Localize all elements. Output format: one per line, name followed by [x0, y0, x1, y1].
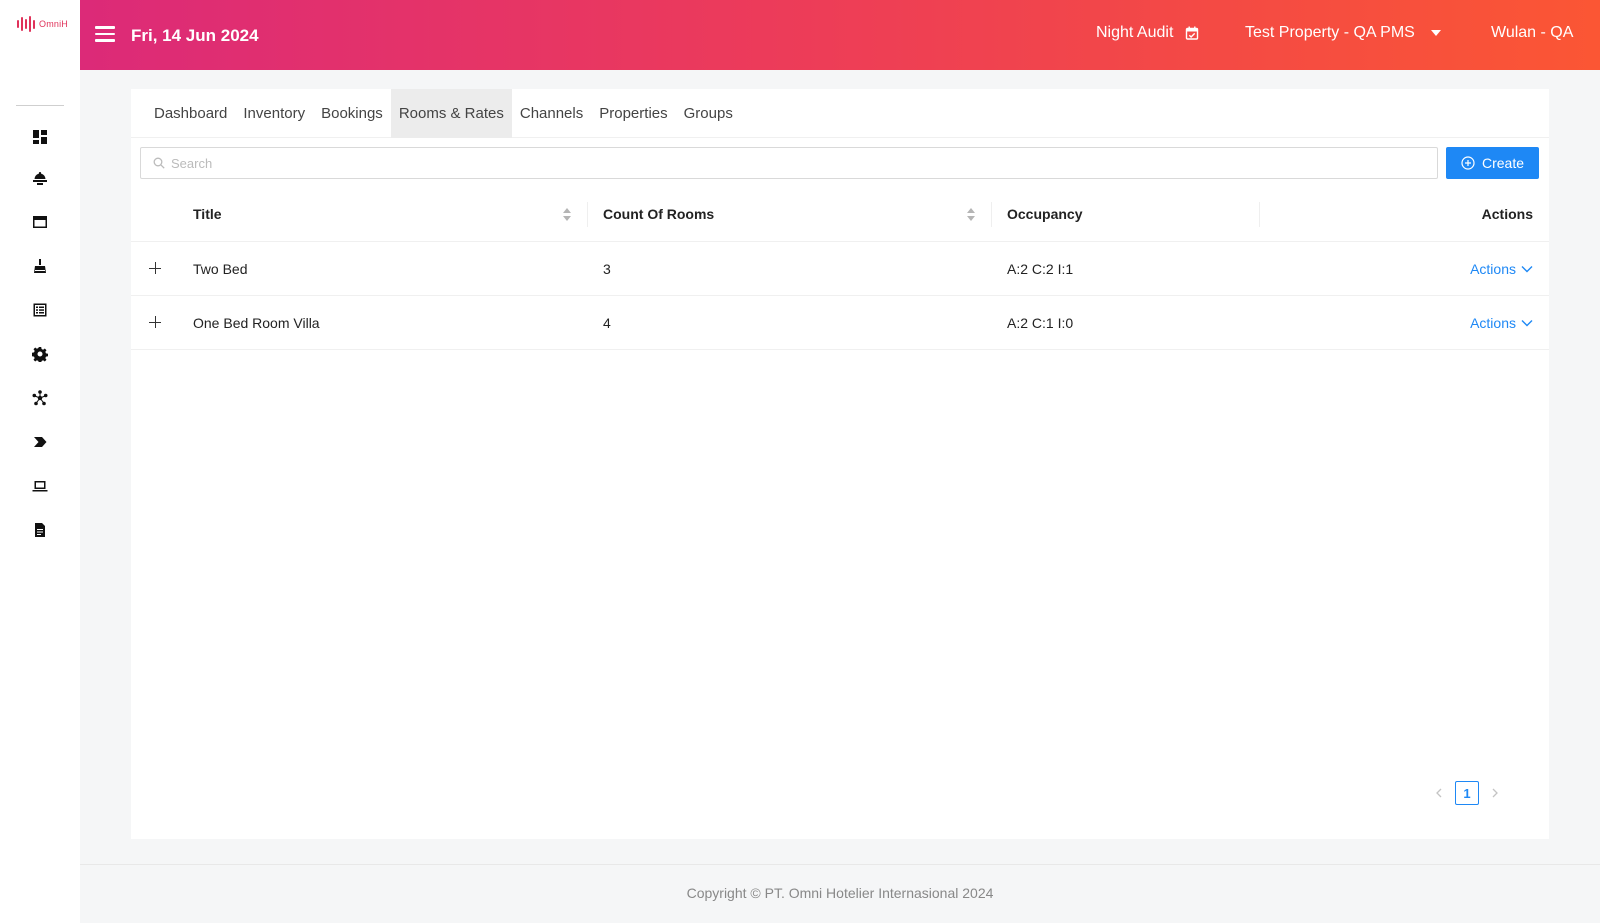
concierge-bell-icon	[33, 172, 47, 185]
night-audit-label: Night Audit	[1096, 24, 1174, 41]
table-row: One Bed Room Villa 4 A:2 C:1 I:0 Actions	[131, 296, 1549, 350]
row-count: 3	[603, 261, 611, 277]
search-icon	[153, 157, 165, 169]
chevron-down-icon	[1521, 266, 1533, 273]
tab-properties[interactable]: Properties	[591, 89, 675, 138]
sidebar-divider	[16, 105, 64, 106]
pagination: 1	[1433, 781, 1501, 805]
network-icon	[32, 390, 48, 406]
sidebar-item-tags[interactable]	[28, 430, 52, 454]
tab-channels[interactable]: Channels	[512, 89, 591, 138]
gear-icon	[32, 347, 48, 362]
laptop-icon	[32, 481, 48, 492]
row-title: Two Bed	[193, 261, 248, 277]
sidebar-item-window[interactable]	[28, 210, 52, 234]
row-actions-label: Actions	[1470, 315, 1516, 331]
business-date: Fri, 14 Jun 2024	[131, 26, 259, 45]
sidebar: OmniH	[0, 0, 80, 923]
user-menu[interactable]: Wulan - QA	[1491, 24, 1573, 42]
calendar-check-icon	[1186, 26, 1199, 40]
sidebar-item-dashboard[interactable]	[28, 125, 52, 149]
caret-down-icon	[1430, 30, 1441, 36]
column-title[interactable]: Title	[193, 187, 222, 242]
list-icon	[33, 303, 47, 317]
column-divider	[1259, 202, 1260, 227]
row-occupancy: A:2 C:1 I:0	[1007, 315, 1074, 331]
column-divider	[991, 202, 992, 227]
logo[interactable]: OmniH	[17, 16, 68, 32]
prev-page-icon[interactable]	[1433, 781, 1445, 805]
column-occupancy: Occupancy	[1007, 206, 1083, 222]
top-header: Fri, 14 Jun 2024 Night Audit Test Proper…	[80, 0, 1600, 70]
next-page-icon[interactable]	[1489, 781, 1501, 805]
report-file-icon	[35, 523, 45, 537]
row-actions-dropdown[interactable]: Actions	[1470, 296, 1533, 350]
tab-dashboard[interactable]: Dashboard	[146, 89, 235, 138]
expand-row-icon[interactable]	[149, 262, 161, 274]
page-number-button[interactable]: 1	[1455, 781, 1479, 805]
chevron-down-icon	[1521, 320, 1533, 327]
housekeeping-broom-icon	[34, 259, 46, 273]
sidebar-item-housekeeping[interactable]	[28, 254, 52, 278]
footer-copyright: Copyright © PT. Omni Hotelier Internasio…	[686, 885, 994, 901]
table-header: Title Count Of Rooms Occupancy Actions	[131, 187, 1549, 242]
tab-inventory[interactable]: Inventory	[235, 89, 313, 138]
row-title: One Bed Room Villa	[193, 315, 320, 331]
logo-text: OmniH	[39, 19, 69, 29]
module-tabs: Dashboard Inventory Bookings Rooms & Rat…	[131, 89, 1549, 138]
row-occupancy: A:2 C:2 I:1	[1007, 261, 1074, 277]
tab-bookings[interactable]: Bookings	[313, 89, 391, 138]
plus-circle-icon	[1461, 156, 1475, 170]
dashboard-icon	[33, 130, 47, 144]
tag-icon	[34, 437, 47, 447]
row-count: 4	[603, 315, 611, 331]
expand-row-icon[interactable]	[149, 316, 161, 328]
column-actions: Actions	[1481, 206, 1533, 222]
sidebar-item-front-desk[interactable]	[28, 166, 52, 190]
tab-rooms-rates[interactable]: Rooms & Rates	[390, 89, 512, 138]
night-audit-button[interactable]: Night Audit	[1096, 24, 1199, 42]
main-card: Dashboard Inventory Bookings Rooms & Rat…	[131, 89, 1549, 839]
column-count-of-rooms[interactable]: Count Of Rooms	[603, 187, 714, 242]
sidebar-item-integrations[interactable]	[28, 386, 52, 410]
row-actions-dropdown[interactable]: Actions	[1470, 242, 1533, 296]
logo-mark-icon	[17, 16, 35, 32]
sort-title-icon[interactable]	[562, 207, 572, 223]
table-row: Two Bed 3 A:2 C:2 I:1 Actions	[131, 242, 1549, 296]
search-input[interactable]	[171, 155, 1421, 171]
row-actions-label: Actions	[1470, 261, 1516, 277]
property-selector[interactable]: Test Property - QA PMS	[1245, 24, 1441, 42]
sidebar-item-settings[interactable]	[28, 342, 52, 366]
sidebar-item-reports[interactable]	[28, 518, 52, 542]
window-icon	[33, 216, 47, 228]
sort-count-icon[interactable]	[966, 207, 976, 223]
column-divider	[587, 202, 588, 227]
sidebar-item-devices[interactable]	[28, 474, 52, 498]
property-name: Test Property - QA PMS	[1245, 24, 1415, 41]
menu-toggle-icon[interactable]	[95, 26, 115, 42]
tab-groups[interactable]: Groups	[676, 89, 741, 138]
create-button[interactable]: Create	[1446, 147, 1539, 179]
sidebar-item-list[interactable]	[28, 298, 52, 322]
search-box	[140, 147, 1438, 179]
footer-divider	[80, 864, 1600, 865]
create-button-label: Create	[1481, 155, 1525, 171]
